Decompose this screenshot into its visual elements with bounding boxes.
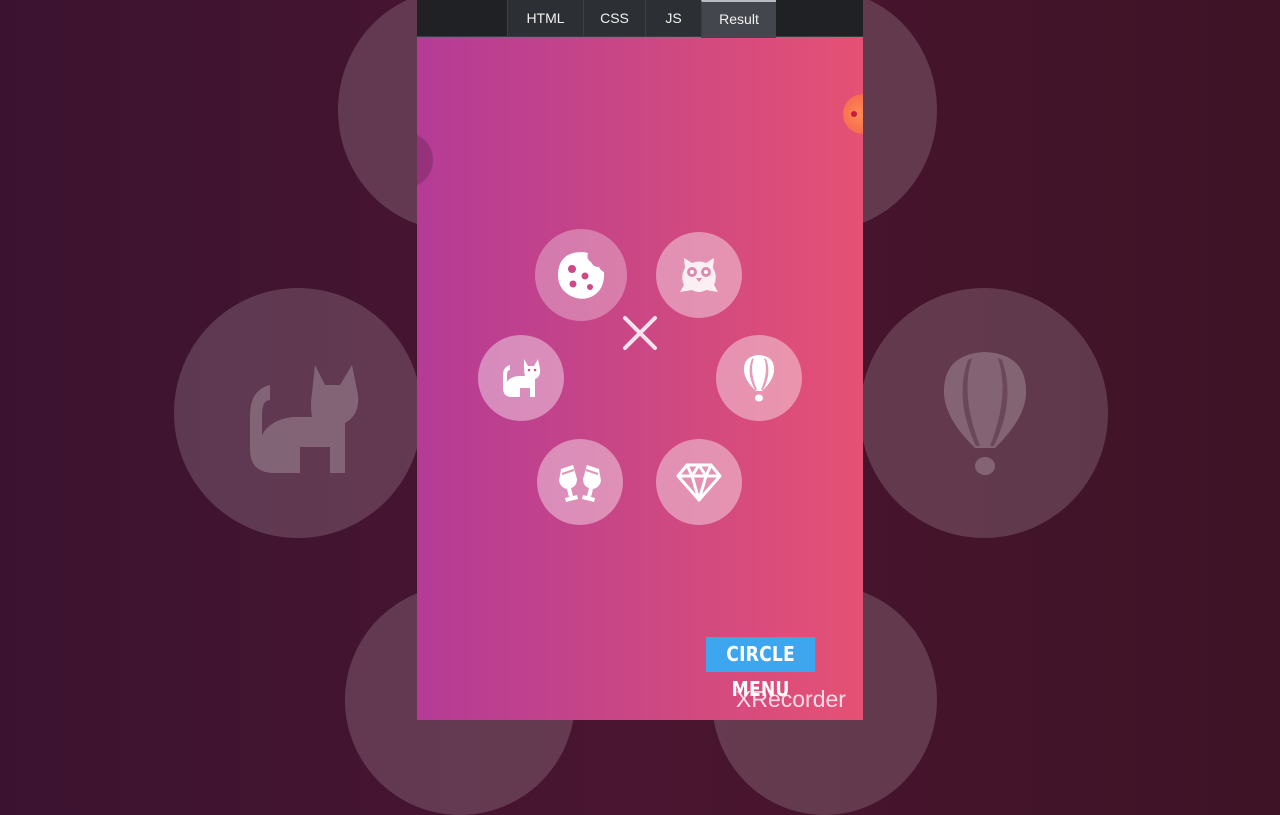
bg-cat-icon [250,365,359,473]
tab-css[interactable]: CSS [583,0,645,36]
tab-html[interactable]: HTML [507,0,583,36]
editor-tabs: HTML CSS JS Result [507,0,776,38]
offscreen-orb [843,94,863,134]
diamond-icon [676,463,722,502]
menu-item-balloon[interactable] [716,335,802,421]
hot-air-balloon-icon [743,355,775,402]
close-icon[interactable] [621,314,659,352]
menu-item-diamond[interactable] [656,439,742,525]
result-frame: HTML CSS JS Result CIRCLE MENU [417,0,863,720]
offscreen-circle [417,132,433,188]
cat-icon [503,359,541,397]
menu-item-cookie[interactable] [535,229,627,321]
tab-js[interactable]: JS [645,0,701,36]
menu-item-owl[interactable] [656,232,742,318]
xrecorder-watermark: XRecorder [736,686,846,712]
circle-menu-title: CIRCLE MENU [706,637,816,701]
cookie-icon [558,252,605,299]
owl-icon [680,258,718,292]
bg-balloon-icon [943,352,1027,475]
toast-glasses-icon [559,465,601,502]
tab-result[interactable]: Result [701,0,776,38]
editor-tab-bar: HTML CSS JS Result [417,0,863,38]
menu-item-cat[interactable] [478,335,564,421]
menu-item-toast[interactable] [537,439,623,525]
